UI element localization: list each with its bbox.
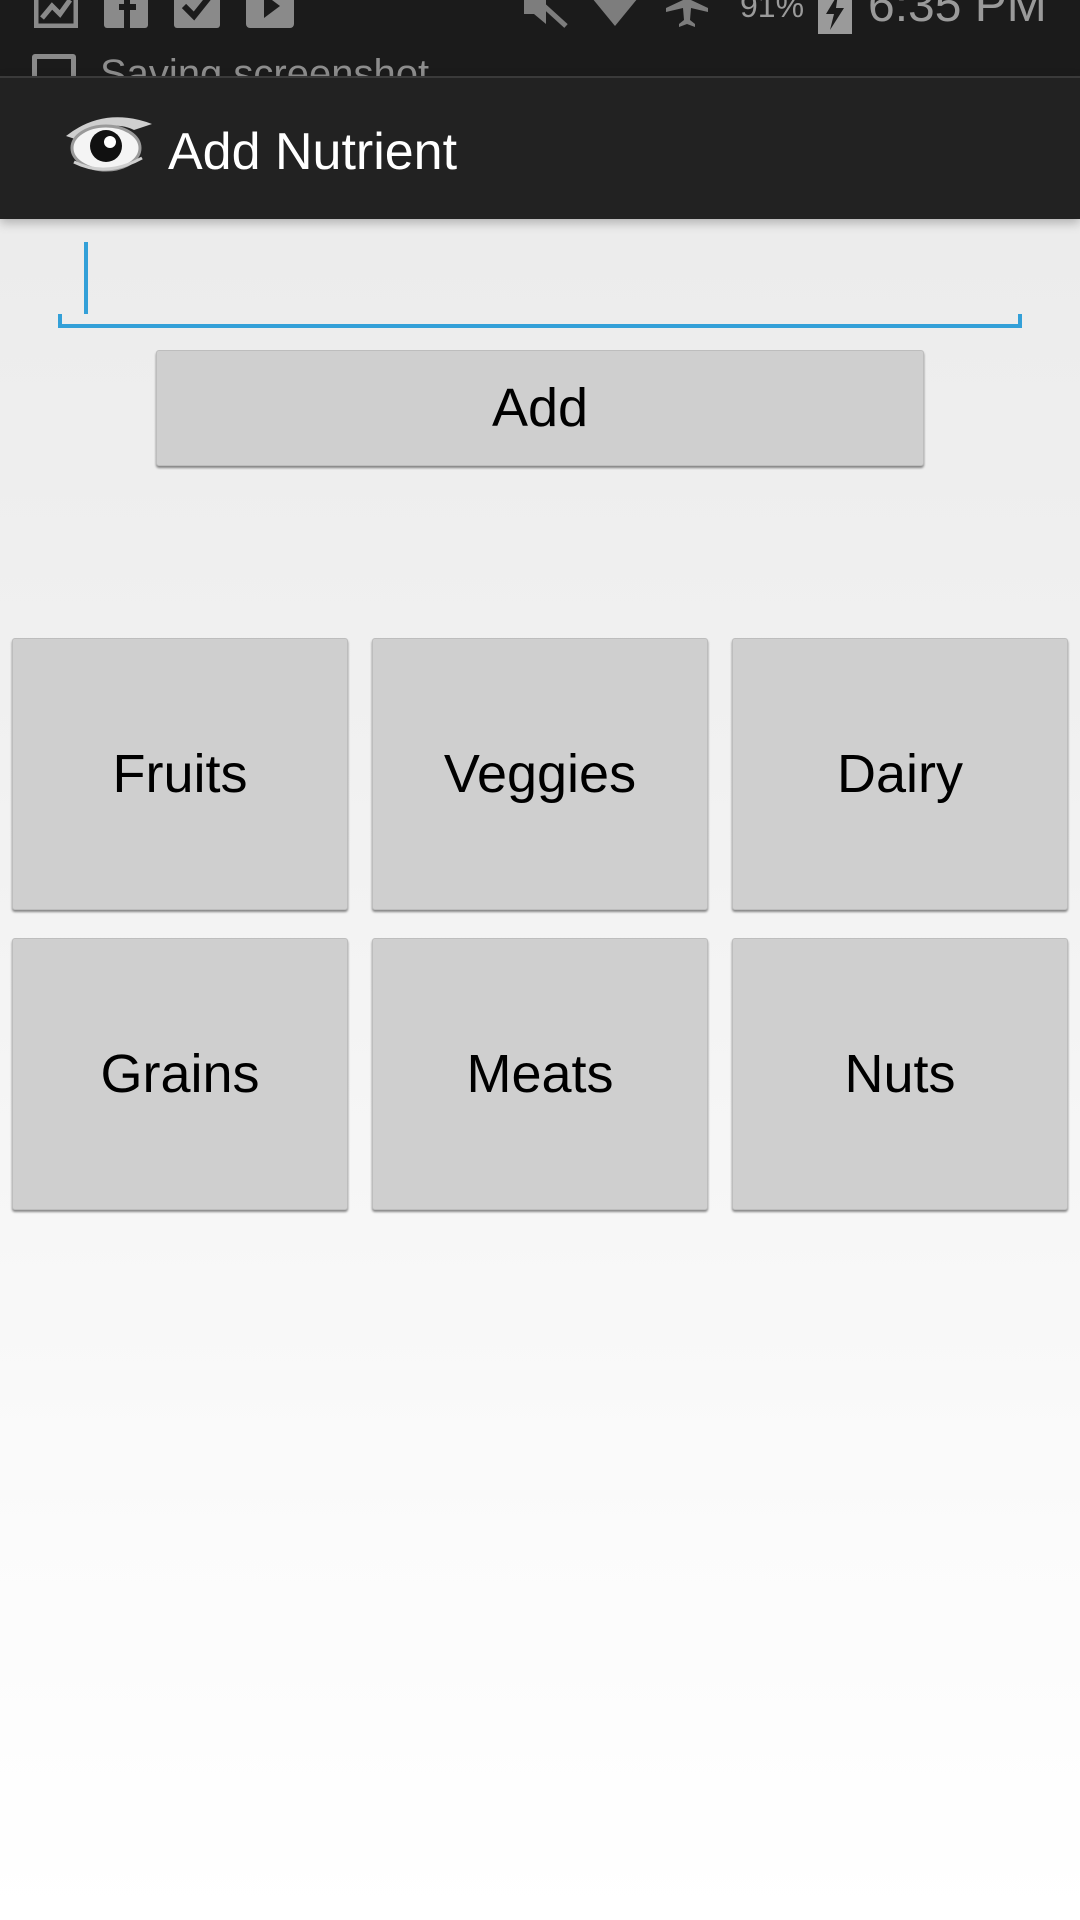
category-button-nuts[interactable]: Nuts [732, 938, 1068, 1210]
add-button[interactable]: Add [156, 350, 924, 466]
page-title: Add Nutrient [168, 123, 458, 181]
action-bar: Add Nutrient [0, 76, 1080, 219]
gallery-icon [34, 0, 78, 28]
category-button-dairy[interactable]: Dairy [732, 638, 1068, 910]
youtube-icon [246, 0, 294, 28]
screenshot-notification-icon [32, 54, 76, 76]
text-cursor [84, 242, 88, 314]
input-underline [58, 324, 1022, 328]
category-button-meats[interactable]: Meats [372, 938, 708, 1210]
facebook-icon [104, 0, 148, 28]
clock: 6:35 PM [868, 0, 1047, 32]
input-underline-left-tick [58, 314, 62, 328]
nutrient-input[interactable] [58, 232, 1022, 328]
status-bar: 91% 6:35 PM Saving screenshot [0, 0, 1080, 76]
wifi-icon [593, 0, 637, 26]
category-button-fruits[interactable]: Fruits [12, 638, 348, 910]
category-button-grains[interactable]: Grains [12, 938, 348, 1210]
input-underline-right-tick [1018, 314, 1022, 328]
category-button-veggies[interactable]: Veggies [372, 638, 708, 910]
checkbox-icon [174, 0, 220, 28]
mute-icon [524, 0, 568, 28]
battery-percent: 91% [740, 0, 805, 24]
airplane-mode-icon [666, 0, 708, 27]
nutrient-input-field[interactable] [58, 232, 1022, 328]
eye-logo-icon [66, 117, 152, 172]
notification-text: Saving screenshot [100, 52, 430, 76]
battery-charging-icon [818, 0, 852, 34]
